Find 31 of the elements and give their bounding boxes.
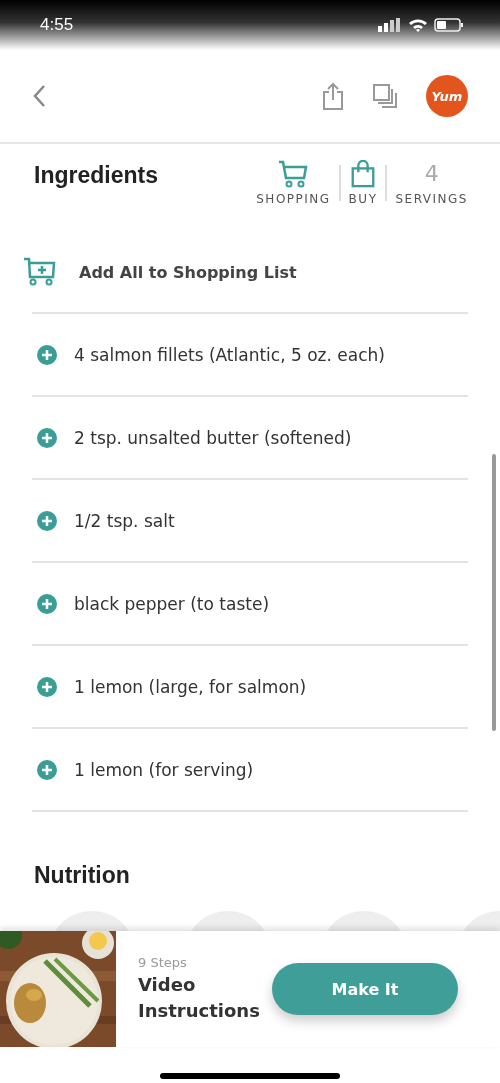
- share-icon[interactable]: [322, 82, 344, 110]
- ingredient-text: black pepper (to taste): [74, 593, 269, 614]
- plus-circle-icon[interactable]: [36, 509, 58, 532]
- ingredient-text: 4 salmon fillets (Atlantic, 5 oz. each): [74, 344, 385, 365]
- plus-circle-icon[interactable]: [36, 426, 58, 449]
- plus-circle-icon[interactable]: [36, 758, 58, 781]
- cart-icon: [278, 160, 309, 188]
- servings-button[interactable]: 4 SERVINGS: [391, 160, 472, 206]
- signal-icon: [378, 18, 402, 32]
- section-title: Nutrition: [34, 862, 130, 888]
- buy-button[interactable]: BUY: [344, 160, 382, 206]
- ingredient-text: 1 lemon (for serving): [74, 759, 254, 780]
- shopping-button[interactable]: SHOPPING: [252, 160, 335, 206]
- video-title: Video Instructions: [138, 972, 261, 1023]
- back-icon[interactable]: [32, 84, 46, 108]
- plus-circle-icon[interactable]: [36, 592, 58, 615]
- steps-count: 9 Steps: [138, 954, 188, 970]
- section-title: Ingredients: [34, 162, 158, 189]
- battery-icon: [434, 18, 464, 32]
- yum-logo[interactable]: Yum: [426, 75, 468, 117]
- cart-plus-icon[interactable]: [23, 257, 57, 287]
- plus-circle-icon[interactable]: [36, 343, 58, 366]
- plus-circle-icon[interactable]: [36, 675, 58, 698]
- ingredient-text: 2 tsp. unsalted butter (softened): [74, 427, 352, 448]
- status-time: 4:55: [40, 15, 74, 35]
- add-all-link[interactable]: Add All to Shopping List: [79, 262, 297, 282]
- ingredient-text: 1 lemon (large, for salmon): [74, 676, 307, 697]
- ingredient-text: 1/2 tsp. salt: [74, 510, 175, 531]
- wifi-icon: [408, 18, 428, 32]
- copy-icon[interactable]: [372, 83, 398, 109]
- bag-icon: [350, 160, 377, 188]
